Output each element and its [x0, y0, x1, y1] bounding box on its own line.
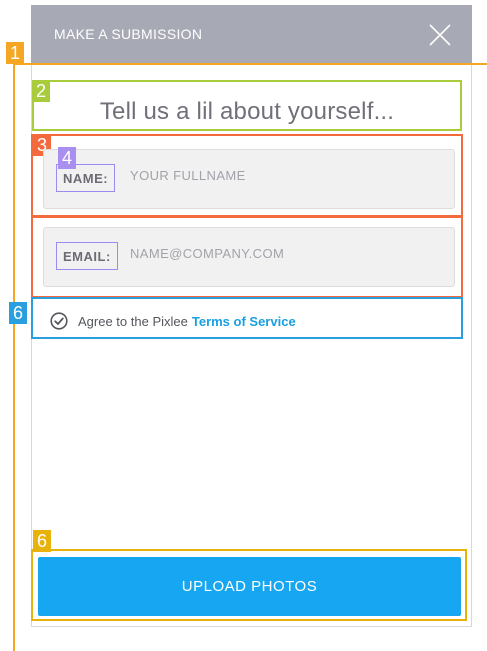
annotation-6-tag-terms: 6 [9, 302, 27, 324]
annotation-1-line-horizontal [13, 63, 487, 65]
terms-of-service-link[interactable]: Terms of Service [192, 314, 296, 329]
upload-photos-button[interactable]: UPLOAD PHOTOS [38, 557, 461, 616]
email-label: EMAIL: [56, 242, 118, 270]
email-input[interactable] [130, 246, 430, 261]
panel-header: MAKE A SUBMISSION [31, 5, 472, 64]
agree-text: Agree to the Pixlee [78, 313, 188, 329]
name-field[interactable]: NAME: [43, 149, 455, 209]
close-icon[interactable] [428, 23, 452, 47]
annotation-1-tag: 1 [6, 42, 24, 64]
panel-title: MAKE A SUBMISSION [54, 26, 203, 42]
email-field[interactable]: EMAIL: [43, 227, 455, 287]
name-input[interactable] [130, 168, 430, 183]
check-circle-icon[interactable] [50, 312, 68, 330]
annotation-6-tag-button: 6 [33, 530, 51, 552]
form-subtitle: Tell us a lil about yourself... [99, 98, 395, 125]
annotation-4-tag: 4 [58, 147, 76, 169]
annotation-1-line-vertical [13, 63, 15, 651]
terms-agree-row[interactable]: Agree to the Pixlee Terms of Service [50, 312, 296, 330]
